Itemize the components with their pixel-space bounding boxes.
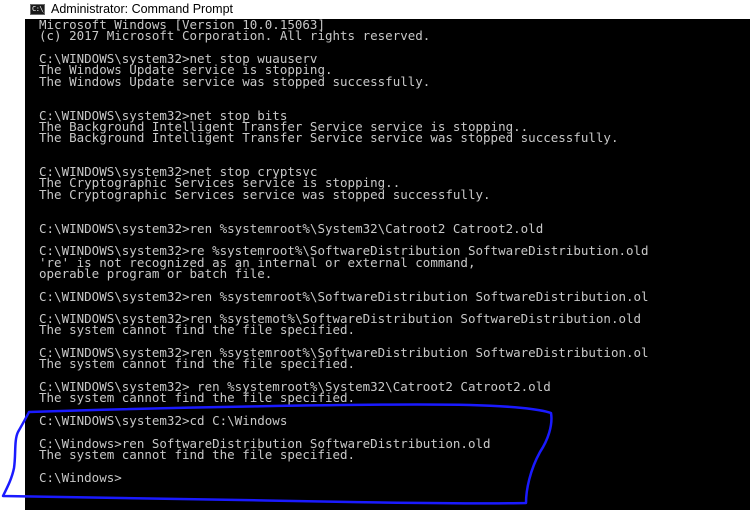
console-line: The system cannot find the file specifie… — [39, 356, 356, 372]
command-prompt-window: C:\_ Administrator: Command Prompt Micro… — [25, 0, 750, 510]
console-line: C:\WINDOWS\system32>ren %systemroot%\Sof… — [39, 288, 649, 304]
console-line: The Background Intelligent Transfer Serv… — [39, 130, 619, 146]
console-line: The system cannot find the file specifie… — [39, 446, 356, 462]
console-line: The system cannot find the file specifie… — [39, 390, 356, 406]
console-line: The Windows Update service was stopped s… — [39, 73, 431, 89]
console-line: The system cannot find the file specifie… — [39, 322, 356, 338]
cmd-console-icon: C:\_ — [30, 4, 45, 15]
console-line: (c) 2017 Microsoft Corporation. All righ… — [39, 28, 431, 44]
cmd-icon-glyph: C:\_ — [32, 5, 44, 13]
console-line: The Cryptographic Services service was s… — [39, 186, 491, 202]
console-line: C:\WINDOWS\system32>cd C:\Windows — [39, 412, 288, 428]
console-line: C:\WINDOWS\system32>ren %systemroot%\Sys… — [39, 220, 544, 236]
console-line: operable program or batch file. — [39, 265, 273, 281]
console-output[interactable]: Microsoft Windows [Version 10.0.15063] (c… — [39, 18, 750, 510]
console-line: C:\Windows> — [39, 469, 122, 485]
